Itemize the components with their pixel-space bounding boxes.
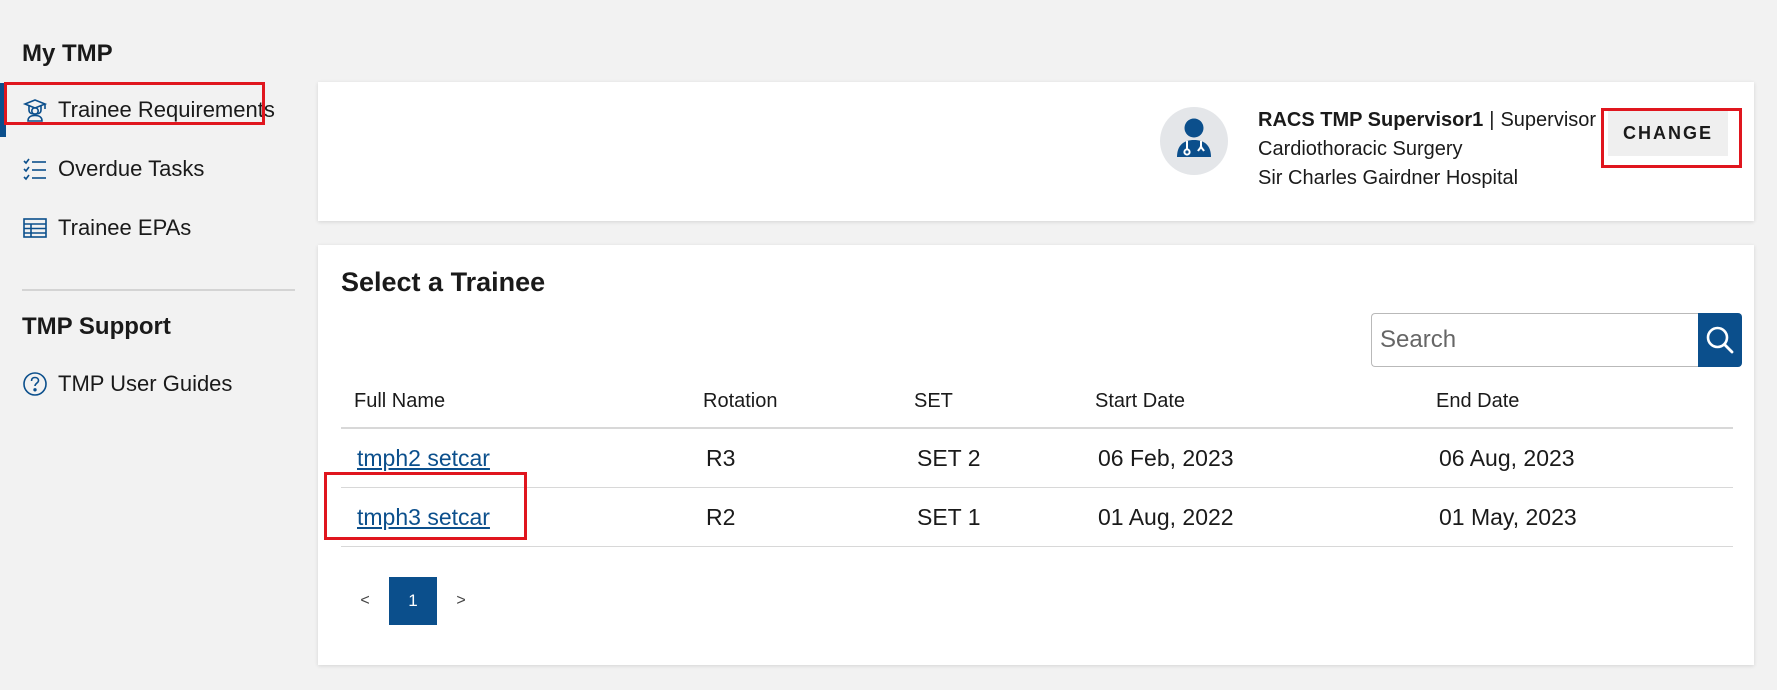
pagination-next[interactable]: >	[437, 577, 485, 625]
sidebar-item-overdue-tasks[interactable]: Overdue Tasks	[0, 142, 300, 196]
separator: |	[1489, 109, 1495, 131]
page: My TMP Trainee Requirements Overdue Task…	[0, 0, 1777, 690]
trainee-table: Full Name Rotation SET Start Date End Da…	[341, 375, 1733, 547]
cell-start-date: 06 Feb, 2023	[1089, 428, 1430, 488]
search-bar	[1371, 313, 1742, 367]
sidebar-heading-tmp-support: TMP Support	[22, 313, 171, 340]
sidebar-heading-my-tmp: My TMP	[22, 40, 113, 67]
pagination: < 1 >	[341, 577, 485, 625]
supervisor-specialty: Cardiothoracic Surgery	[1258, 138, 1463, 160]
trainee-card: Select a Trainee Full Name Rotation SET …	[318, 245, 1754, 665]
change-button[interactable]: CHANGE	[1608, 110, 1728, 156]
sidebar-item-trainee-requirements[interactable]: Trainee Requirements	[0, 83, 300, 137]
search-icon	[1706, 326, 1734, 354]
cell-end-date: 06 Aug, 2023	[1430, 428, 1733, 488]
sidebar-item-label: Trainee Requirements	[58, 97, 275, 122]
cell-set: SET 1	[908, 487, 1089, 547]
trainee-link[interactable]: tmph2 setcar	[357, 445, 490, 471]
sidebar: My TMP Trainee Requirements Overdue Task…	[0, 0, 310, 690]
cell-rotation: R2	[697, 487, 908, 547]
doctor-avatar-icon	[1160, 107, 1228, 175]
supervisor-hospital: Sir Charles Gairdner Hospital	[1258, 167, 1519, 189]
search-button[interactable]	[1698, 313, 1742, 367]
cell-set: SET 2	[908, 428, 1089, 488]
table-header-row: Full Name Rotation SET Start Date End Da…	[341, 375, 1733, 429]
graduate-icon	[22, 97, 48, 123]
search-input[interactable]	[1371, 313, 1698, 367]
checklist-icon	[22, 156, 48, 182]
column-header-end-date[interactable]: End Date	[1430, 375, 1733, 429]
sidebar-item-label: Trainee EPAs	[58, 215, 192, 240]
sidebar-item-tmp-user-guides[interactable]: TMP User Guides	[0, 357, 300, 411]
supervisor-role: Supervisor	[1500, 109, 1597, 131]
supervisor-card: RACS TMP Supervisor1 | Supervisor Cardioth…	[318, 82, 1754, 221]
table-row: tmph2 setcar R3 SET 2 06 Feb, 2023 06 Au…	[341, 428, 1733, 488]
column-header-set[interactable]: SET	[908, 375, 1089, 429]
supervisor-name: RACS TMP Supervisor1	[1258, 109, 1484, 131]
sidebar-item-label: Overdue Tasks	[58, 156, 205, 181]
sidebar-item-trainee-epas[interactable]: Trainee EPAs	[0, 201, 300, 255]
supervisor-name-line: RACS TMP Supervisor1 | Supervisor	[1258, 106, 1596, 135]
column-header-rotation[interactable]: Rotation	[697, 375, 908, 429]
supervisor-info: RACS TMP Supervisor1 | Supervisor Cardioth…	[1258, 106, 1596, 193]
cell-end-date: 01 May, 2023	[1430, 487, 1733, 547]
active-indicator	[0, 83, 6, 137]
pagination-prev[interactable]: <	[341, 577, 389, 625]
help-circle-icon	[22, 371, 48, 397]
cell-rotation: R3	[697, 428, 908, 488]
trainee-card-title: Select a Trainee	[341, 267, 546, 297]
cell-start-date: 01 Aug, 2022	[1089, 487, 1430, 547]
pagination-page-1[interactable]: 1	[389, 577, 437, 625]
column-header-full-name[interactable]: Full Name	[341, 375, 697, 429]
table-icon	[22, 215, 48, 241]
table-row: tmph3 setcar R2 SET 1 01 Aug, 2022 01 Ma…	[341, 487, 1733, 547]
cell-full-name: tmph3 setcar	[341, 487, 697, 547]
trainee-link[interactable]: tmph3 setcar	[357, 504, 490, 530]
sidebar-item-label: TMP User Guides	[58, 371, 233, 396]
cell-full-name: tmph2 setcar	[341, 428, 697, 488]
column-header-start-date[interactable]: Start Date	[1089, 375, 1430, 429]
sidebar-divider	[22, 289, 295, 291]
